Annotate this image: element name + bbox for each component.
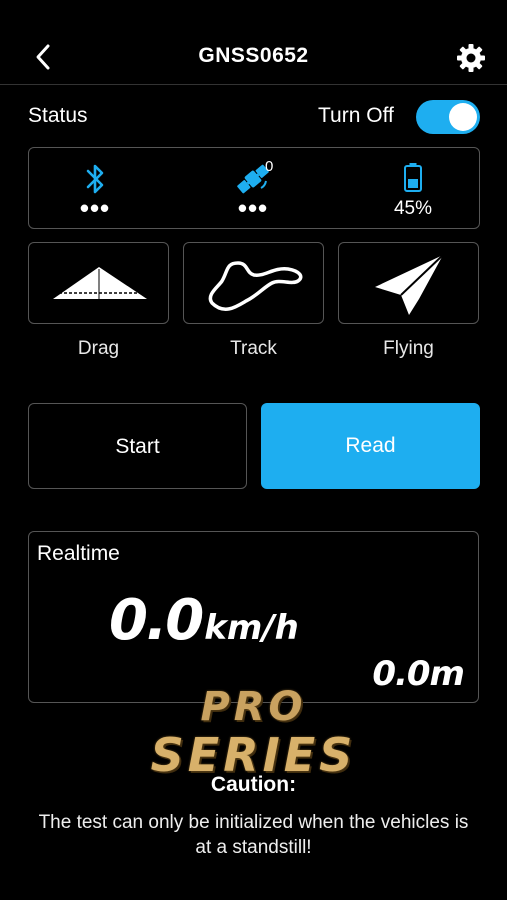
toggle-knob (449, 103, 477, 131)
gear-icon (457, 44, 485, 72)
battery-icon (404, 163, 422, 192)
device-title: GNSS0652 (198, 44, 309, 67)
bluetooth-status: ••• (79, 193, 111, 223)
realtime-label: Realtime (37, 542, 120, 565)
read-button[interactable]: Read (261, 403, 480, 489)
caution-title: Caution: (210, 773, 297, 796)
drag-strip-icon (53, 267, 147, 299)
mode-track-button[interactable] (183, 242, 324, 324)
status-label: Status (28, 104, 88, 127)
start-button[interactable]: Start (28, 403, 247, 489)
power-toggle[interactable] (416, 100, 480, 134)
watermark-pro: PRO (200, 684, 307, 730)
top-bar: GNSS0652 (0, 0, 507, 85)
caution-text: The test can only be initialized when th… (38, 812, 469, 858)
battery-percent: 45% (393, 198, 433, 219)
realtime-panel: Realtime 0.0km/h 0.0m (28, 531, 479, 703)
indicator-panel: ••• 0 ••• 45% (28, 147, 480, 229)
bluetooth-indicator: ••• (35, 148, 155, 228)
toggle-label: Turn Off (318, 104, 394, 127)
mode-flying-button[interactable] (338, 242, 479, 324)
satellite-status: ••• (237, 193, 269, 223)
mode-track-label: Track (230, 338, 277, 359)
bluetooth-icon (86, 164, 104, 194)
race-track-icon (208, 261, 303, 311)
battery-indicator: 45% (353, 148, 473, 228)
paper-plane-icon (375, 254, 444, 315)
speed-unit: km/h (204, 608, 299, 648)
speed-readout: 0.0km/h (109, 588, 299, 653)
mode-drag-label: Drag (77, 338, 120, 359)
satellite-count: 0 (265, 158, 274, 175)
mode-drag-button[interactable] (28, 242, 169, 324)
speed-value: 0.0 (109, 588, 204, 653)
settings-button[interactable] (455, 42, 487, 74)
satellite-indicator: 0 ••• (193, 148, 313, 228)
mode-flying-label: Flying (383, 338, 434, 359)
